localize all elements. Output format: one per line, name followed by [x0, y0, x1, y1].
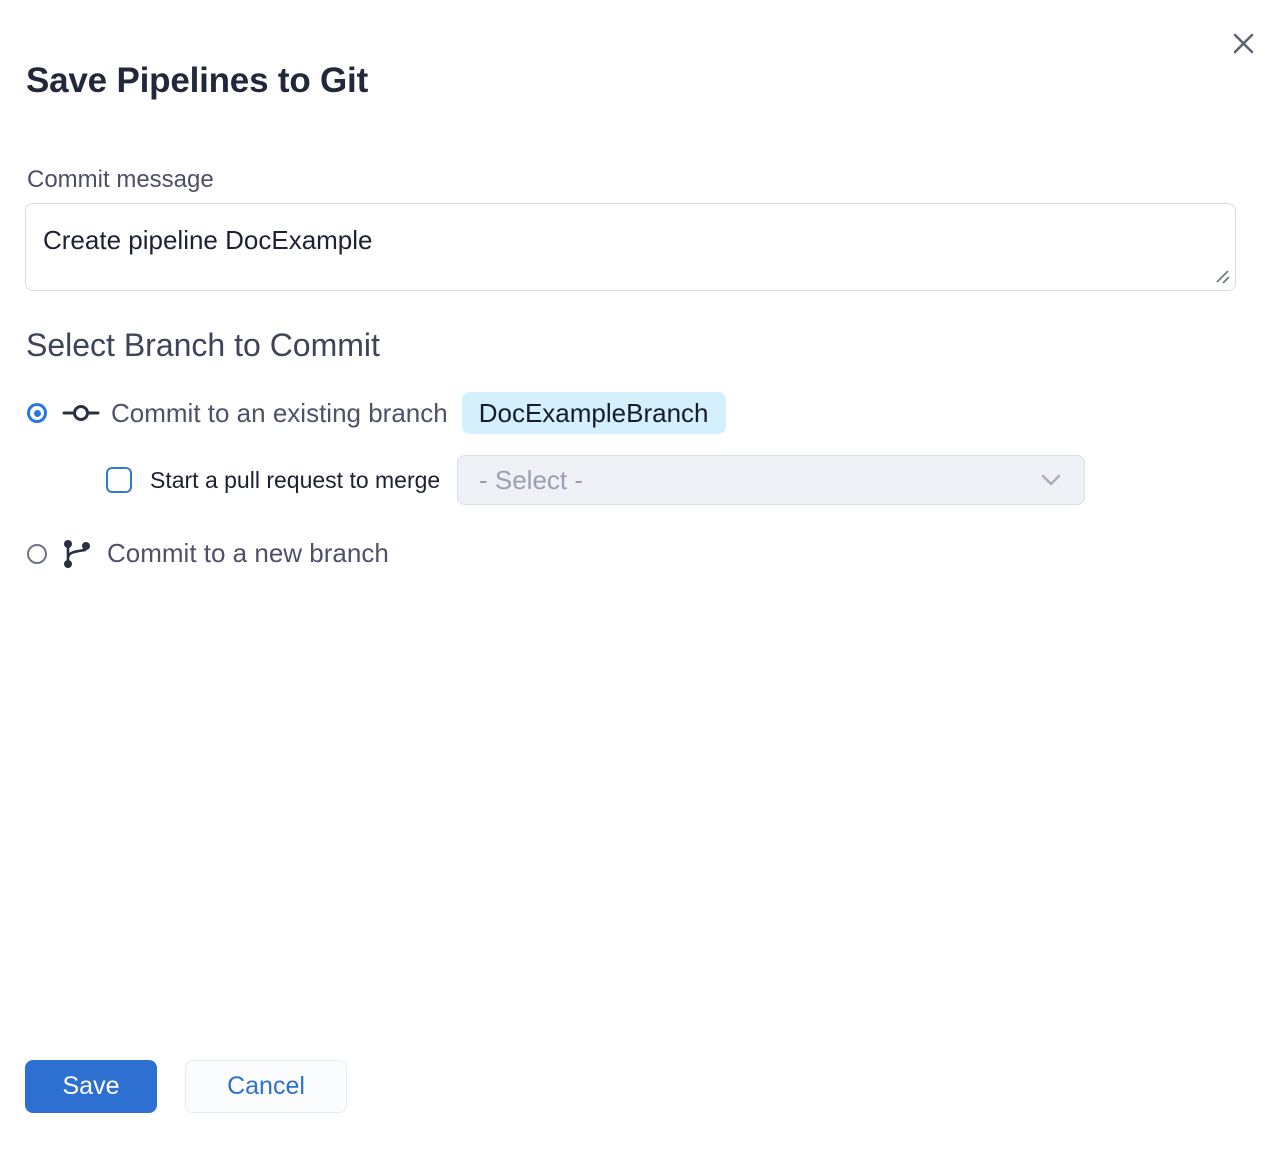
new-branch-radio[interactable] [27, 544, 47, 564]
git-branch-icon [63, 539, 91, 569]
commit-message-input[interactable]: Create pipeline DocExample [25, 203, 1236, 291]
commit-message-field-wrap: Create pipeline DocExample [25, 203, 1236, 291]
close-x-glyph [1233, 33, 1254, 54]
cancel-button[interactable]: Cancel [185, 1060, 347, 1113]
page-title: Save Pipelines to Git [26, 60, 368, 102]
branch-section-heading: Select Branch to Commit [26, 326, 380, 364]
save-button[interactable]: Save [25, 1060, 157, 1113]
existing-branch-radio[interactable] [27, 403, 47, 423]
new-branch-option-row: Commit to a new branch [27, 538, 389, 569]
chevron-down-icon [1041, 474, 1061, 486]
pull-request-checkbox[interactable] [106, 467, 132, 493]
pull-request-option-row: Start a pull request to merge [106, 455, 440, 505]
existing-branch-option-row: Commit to an existing branch DocExampleB… [27, 392, 726, 434]
merge-target-branch-select[interactable]: - Select - [457, 455, 1085, 505]
commit-message-label: Commit message [27, 166, 214, 194]
branch-name-badge[interactable]: DocExampleBranch [462, 392, 726, 434]
pull-request-label: Start a pull request to merge [150, 467, 440, 494]
new-branch-label: Commit to a new branch [107, 538, 389, 569]
select-placeholder: - Select - [479, 465, 1041, 496]
existing-branch-label: Commit to an existing branch [111, 398, 448, 429]
save-pipelines-dialog: Save Pipelines to Git Commit message Cre… [0, 0, 1265, 1152]
resize-handle-icon[interactable] [1214, 268, 1231, 285]
git-commit-icon [62, 403, 100, 423]
close-icon[interactable] [1222, 22, 1264, 64]
